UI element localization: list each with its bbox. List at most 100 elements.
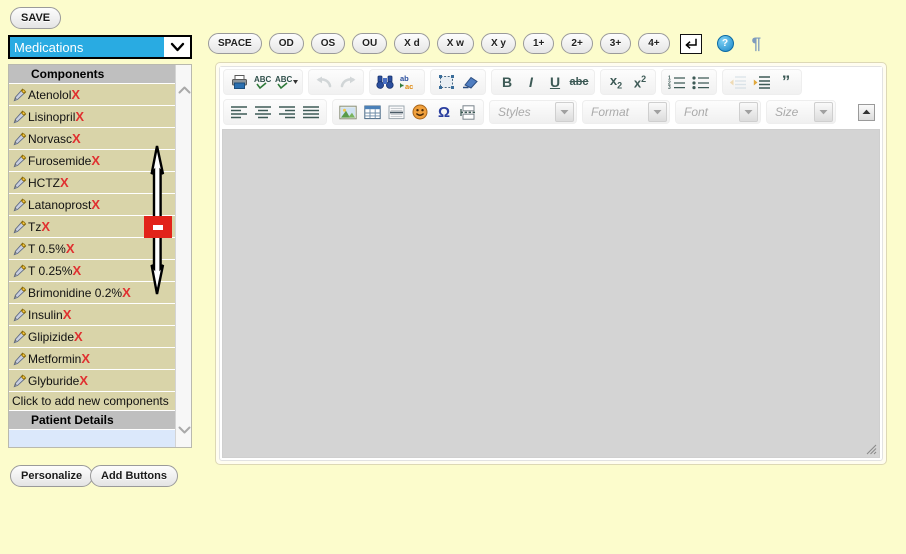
scrollbar-track[interactable]: [176, 99, 191, 421]
spellcheck-menu-button[interactable]: ABC: [275, 72, 298, 92]
component-row[interactable]: Tz X: [9, 216, 191, 238]
superscript-button[interactable]: x2: [629, 72, 651, 92]
patient-details-header[interactable]: Patient Details: [9, 411, 191, 430]
patient-details-empty-row[interactable]: [9, 430, 191, 447]
insert-table-button[interactable]: [361, 102, 383, 122]
replace-button[interactable]: ab ac: [398, 72, 420, 92]
x-delete-icon[interactable]: X: [66, 241, 75, 256]
strikethrough-button[interactable]: abc: [568, 72, 590, 92]
quick-button-ou[interactable]: OU: [352, 33, 388, 54]
subscript-button[interactable]: x2: [605, 72, 627, 92]
format-combo[interactable]: Format: [582, 100, 670, 124]
quick-button-os[interactable]: OS: [310, 33, 346, 54]
size-combo[interactable]: Size: [766, 100, 836, 124]
component-row[interactable]: T 0.5% X: [9, 238, 191, 260]
x-delete-icon[interactable]: X: [122, 285, 131, 300]
x-delete-icon[interactable]: X: [81, 351, 90, 366]
collapse-toolbar-icon[interactable]: [858, 103, 875, 121]
align-left-button[interactable]: [228, 102, 250, 122]
component-row[interactable]: Glipizide X: [9, 326, 191, 348]
styles-combo[interactable]: Styles: [489, 100, 577, 124]
component-row[interactable]: Latanoprost X: [9, 194, 191, 216]
underline-button[interactable]: U: [544, 72, 566, 92]
x-delete-icon[interactable]: X: [60, 175, 69, 190]
personalize-button[interactable]: Personalize: [10, 465, 94, 487]
pencil-icon[interactable]: [12, 374, 27, 388]
page-break-button[interactable]: [457, 102, 479, 122]
add-new-component-row[interactable]: Click to add new components: [9, 392, 191, 411]
component-row[interactable]: T 0.25% X: [9, 260, 191, 282]
x-delete-icon[interactable]: X: [72, 263, 81, 278]
x-delete-icon[interactable]: X: [71, 87, 80, 102]
pencil-icon[interactable]: [12, 264, 27, 278]
pencil-icon[interactable]: [12, 198, 27, 212]
pencil-icon[interactable]: [12, 132, 27, 146]
resize-grip-icon[interactable]: [866, 444, 877, 455]
component-row[interactable]: Insulin X: [9, 304, 191, 326]
save-button[interactable]: SAVE: [10, 7, 62, 29]
component-row[interactable]: Glyburide X: [9, 370, 191, 392]
align-right-button[interactable]: [276, 102, 298, 122]
pencil-icon[interactable]: [12, 330, 27, 344]
align-center-button[interactable]: [252, 102, 274, 122]
pencil-icon[interactable]: [12, 110, 27, 124]
bold-button[interactable]: B: [496, 72, 518, 92]
component-row[interactable]: Metformin X: [9, 348, 191, 370]
quick-button-od[interactable]: OD: [268, 33, 304, 54]
blockquote-button[interactable]: ”: [775, 72, 797, 92]
x-delete-icon[interactable]: X: [41, 219, 50, 234]
component-row[interactable]: Lisinopril X: [9, 106, 191, 128]
component-row[interactable]: Norvasc X: [9, 128, 191, 150]
x-delete-icon[interactable]: X: [91, 153, 100, 168]
chevron-up-icon[interactable]: [176, 81, 191, 99]
x-delete-icon[interactable]: X: [63, 307, 72, 322]
pencil-icon[interactable]: [12, 154, 27, 168]
category-dropdown[interactable]: Medications: [8, 35, 192, 59]
x-delete-icon[interactable]: X: [75, 109, 84, 124]
horizontal-rule-button[interactable]: [385, 102, 407, 122]
increase-indent-button[interactable]: [751, 72, 773, 92]
quick-button-1[interactable]: 1+: [522, 33, 555, 54]
pencil-icon[interactable]: [12, 176, 27, 190]
x-delete-icon[interactable]: X: [79, 373, 88, 388]
components-scrollbar[interactable]: [175, 65, 191, 447]
justify-button[interactable]: [300, 102, 322, 122]
quick-button-3[interactable]: 3+: [599, 33, 632, 54]
print-button[interactable]: [228, 72, 250, 92]
smiley-button[interactable]: [409, 102, 431, 122]
enter-return-icon[interactable]: [679, 33, 702, 54]
pilcrow-paragraph-icon[interactable]: ¶: [752, 35, 761, 52]
pencil-icon[interactable]: [12, 242, 27, 256]
pencil-icon[interactable]: [12, 286, 27, 300]
pencil-icon[interactable]: [12, 308, 27, 322]
help-question-icon[interactable]: ?: [716, 35, 734, 52]
component-row[interactable]: Brimonidine 0.2% X: [9, 282, 191, 304]
select-all-button[interactable]: [435, 72, 457, 92]
x-delete-icon[interactable]: X: [91, 197, 100, 212]
bulleted-list-button[interactable]: [690, 72, 712, 92]
component-row[interactable]: Atenolol X: [9, 84, 191, 106]
quick-button-2[interactable]: 2+: [561, 33, 593, 54]
quick-button-space[interactable]: SPACE: [208, 33, 262, 54]
quick-button-x-w[interactable]: X w: [436, 33, 474, 54]
pencil-icon[interactable]: [12, 220, 27, 234]
component-row[interactable]: HCTZ X: [9, 172, 191, 194]
find-button[interactable]: [374, 72, 396, 92]
editor-content-area[interactable]: [222, 129, 880, 458]
font-combo[interactable]: Font: [675, 100, 761, 124]
numbered-list-button[interactable]: 123: [666, 72, 688, 92]
pencil-icon[interactable]: [12, 352, 27, 366]
x-delete-icon[interactable]: X: [72, 131, 81, 146]
italic-button[interactable]: I: [520, 72, 542, 92]
remove-format-button[interactable]: [459, 72, 481, 92]
component-row[interactable]: Furosemide X: [9, 150, 191, 172]
x-delete-icon[interactable]: X: [74, 329, 83, 344]
pencil-icon[interactable]: [12, 88, 27, 102]
quick-button-x-d[interactable]: X d: [394, 33, 430, 54]
insert-image-button[interactable]: [337, 102, 359, 122]
quick-button-4[interactable]: 4+: [638, 33, 670, 54]
spellcheck-button[interactable]: ABC: [252, 72, 274, 92]
add-buttons-button[interactable]: Add Buttons: [90, 465, 178, 487]
quick-button-x-y[interactable]: X y: [480, 33, 516, 54]
special-char-button[interactable]: Ω: [433, 102, 455, 122]
